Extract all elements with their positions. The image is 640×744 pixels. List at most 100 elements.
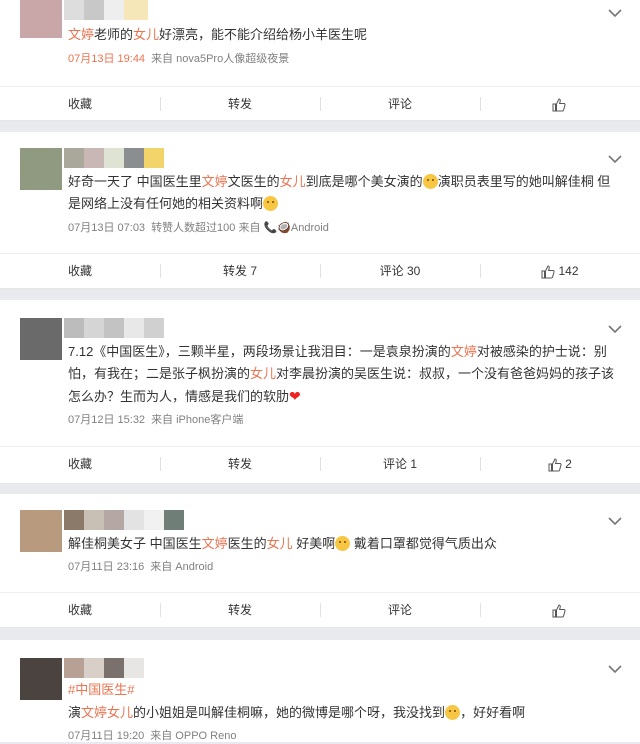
- chevron-down-icon[interactable]: [608, 664, 622, 674]
- action-bar: 收藏 转发 评论: [0, 592, 640, 627]
- thumbs-up-icon: [548, 458, 562, 472]
- comment-text-segment: 好漂亮，能不能介绍给杨小羊医生呢: [159, 27, 368, 42]
- like-button[interactable]: [480, 87, 640, 121]
- highlighted-keyword: 文婷: [68, 27, 95, 42]
- comment-text-segment: 7.12《中国医生》，三颗半星，两段场景让我泪目：一是袁泉扮演的: [68, 344, 451, 359]
- comment-text-segment: 的小姐姐是叫解佳桐嘛，她的微博是哪个呀，我没找到: [133, 705, 446, 720]
- comment-text-segment: 解佳桐美女子 中国医生: [68, 536, 202, 551]
- favorite-button[interactable]: 收藏: [0, 87, 160, 121]
- comment-source: 转赞人数超过100 来自 📞🥥Android: [151, 222, 329, 234]
- comment-button[interactable]: 评论: [320, 87, 480, 121]
- highlighted-keyword: 文婷: [201, 536, 228, 551]
- repost-button[interactable]: 转发: [160, 87, 320, 121]
- highlighted-keyword: 文婷: [201, 174, 228, 189]
- comment-text-segment: 好奇一天了 中国医生里: [68, 174, 202, 189]
- avatar[interactable]: [20, 148, 62, 190]
- repost-button[interactable]: 转发 7: [160, 254, 320, 288]
- action-bar: 收藏 转发 评论 1 2: [0, 446, 640, 481]
- comment-source: 来自 Android: [150, 561, 214, 573]
- crying-face-emoji-icon: [445, 705, 461, 720]
- comment-card: #中国医生# 演文婷女儿的小姐姐是叫解佳桐嘛，她的微博是哪个呀，我没找到 ，好好看…: [0, 640, 640, 742]
- repost-button[interactable]: 转发: [160, 593, 320, 627]
- comment-label: 评论: [387, 603, 412, 617]
- comment-date[interactable]: 07月13日 19:44: [68, 53, 145, 65]
- comment-button[interactable]: 评论 30: [320, 254, 480, 288]
- like-button[interactable]: [480, 593, 640, 627]
- like-button[interactable]: 142: [480, 254, 640, 288]
- chevron-down-icon[interactable]: [608, 8, 622, 18]
- thumbs-up-icon: [552, 604, 566, 618]
- comment-text: 7.12《中国医生》，三颗半星，两段场景让我泪目：一是袁泉扮演的文婷对被感染的护…: [68, 341, 622, 408]
- comment-card: 好奇一天了 中国医生里文婷文医生的女儿到底是哪个美女演的 演职员表里写的她叫解佳桐…: [0, 132, 640, 289]
- avatar[interactable]: [20, 510, 62, 552]
- pixelated-username: [64, 0, 148, 20]
- favorite-label: 收藏: [67, 264, 92, 278]
- comment-text-segment: 演: [68, 705, 82, 720]
- avatar[interactable]: [20, 0, 62, 38]
- comment-date[interactable]: 07月13日 07:03: [68, 222, 145, 234]
- chevron-down-icon[interactable]: [608, 324, 622, 334]
- repost-label: 转发: [227, 457, 252, 471]
- like-count: 2: [565, 457, 572, 471]
- thumbs-up-emoji-icon: [335, 536, 351, 551]
- face-emoji-icon: [422, 174, 438, 189]
- comment-source: 来自 nova5Pro人像超级夜景: [151, 53, 290, 65]
- action-bar: 收藏 转发 7 评论 30 142: [0, 253, 640, 288]
- comment-text: 演文婷女儿的小姐姐是叫解佳桐嘛，她的微博是哪个呀，我没找到 ，好好看啊: [68, 702, 622, 724]
- highlighted-keyword: 文婷: [450, 344, 477, 359]
- highlighted-keyword: 女儿: [250, 366, 277, 381]
- comment-text-segment: ，好好看啊: [460, 705, 526, 720]
- face-emoji-icon: [263, 196, 279, 211]
- comment-meta: 07月12日 15:32 来自 iPhone客户端: [68, 412, 243, 428]
- comment-source: 来自 iPhone客户端: [151, 414, 244, 426]
- comment-label: 评论 1: [382, 457, 417, 471]
- chevron-down-icon[interactable]: [608, 154, 622, 164]
- avatar[interactable]: [20, 318, 62, 360]
- hashtag-link[interactable]: #中国医生#: [68, 682, 134, 697]
- favorite-button[interactable]: 收藏: [0, 447, 160, 481]
- comment-date[interactable]: 07月11日 23:16: [68, 561, 144, 573]
- like-button[interactable]: 2: [480, 447, 640, 481]
- comment-card: 7.12《中国医生》，三颗半星，两段场景让我泪目：一是袁泉扮演的文婷对被感染的护…: [0, 300, 640, 484]
- favorite-label: 收藏: [67, 97, 92, 111]
- highlighted-keyword: 女儿: [133, 27, 160, 42]
- comment-meta: 07月13日 07:03 转赞人数超过100 来自 📞🥥Android: [68, 220, 329, 236]
- comment-button[interactable]: 评论 1: [320, 447, 480, 481]
- comment-text-segment: 老师的: [94, 27, 134, 42]
- comment-date[interactable]: 07月12日 15:32: [68, 414, 145, 426]
- comment-text: 文婷老师的女儿好漂亮，能不能介绍给杨小羊医生呢: [68, 24, 622, 46]
- comment-label: 评论 30: [379, 264, 421, 278]
- heart-icon: ❤: [289, 388, 301, 404]
- favorite-label: 收藏: [67, 457, 92, 471]
- comment-card: 解佳桐美女子 中国医生文婷医生的女儿 好美啊 戴着口罩都觉得气质出众 07月11…: [0, 494, 640, 628]
- action-bar: 收藏 转发 评论: [0, 86, 640, 121]
- highlighted-keyword: 文婷: [81, 705, 108, 720]
- comment-text-segment: 戴着口罩都觉得气质出众: [350, 536, 497, 551]
- comment-text: 好奇一天了 中国医生里文婷文医生的女儿到底是哪个美女演的 演职员表里写的她叫解佳桐…: [68, 171, 622, 215]
- hashtag-line: #中国医生#: [68, 679, 622, 701]
- comment-text-segment: 好美啊: [292, 536, 336, 551]
- avatar[interactable]: [20, 658, 62, 700]
- highlighted-keyword: 女儿: [279, 174, 306, 189]
- favorite-label: 收藏: [67, 603, 92, 617]
- pixelated-username: [64, 148, 164, 168]
- favorite-button[interactable]: 收藏: [0, 254, 160, 288]
- pixelated-username: [64, 318, 164, 338]
- comment-meta: 07月13日 19:44 来自 nova5Pro人像超级夜景: [68, 51, 289, 67]
- highlighted-keyword: 女儿: [266, 536, 293, 551]
- like-count: 142: [558, 264, 579, 278]
- favorite-button[interactable]: 收藏: [0, 593, 160, 627]
- thumbs-up-icon: [552, 98, 566, 112]
- repost-button[interactable]: 转发: [160, 447, 320, 481]
- comment-card: 文婷老师的女儿好漂亮，能不能介绍给杨小羊医生呢 07月13日 19:44 来自 n…: [0, 0, 640, 121]
- chevron-down-icon[interactable]: [608, 516, 622, 526]
- repost-label: 转发 7: [222, 264, 257, 278]
- repost-label: 转发: [227, 603, 252, 617]
- pixelated-username: [64, 510, 184, 530]
- comment-meta: 07月11日 23:16 来自 Android: [68, 559, 213, 575]
- pixelated-username: [64, 658, 144, 678]
- comment-button[interactable]: 评论: [320, 593, 480, 627]
- comment-date[interactable]: 07月11日 19:20: [68, 730, 144, 742]
- comment-label: 评论: [387, 97, 412, 111]
- comment-text-segment: 到底是哪个美女演的: [305, 174, 423, 189]
